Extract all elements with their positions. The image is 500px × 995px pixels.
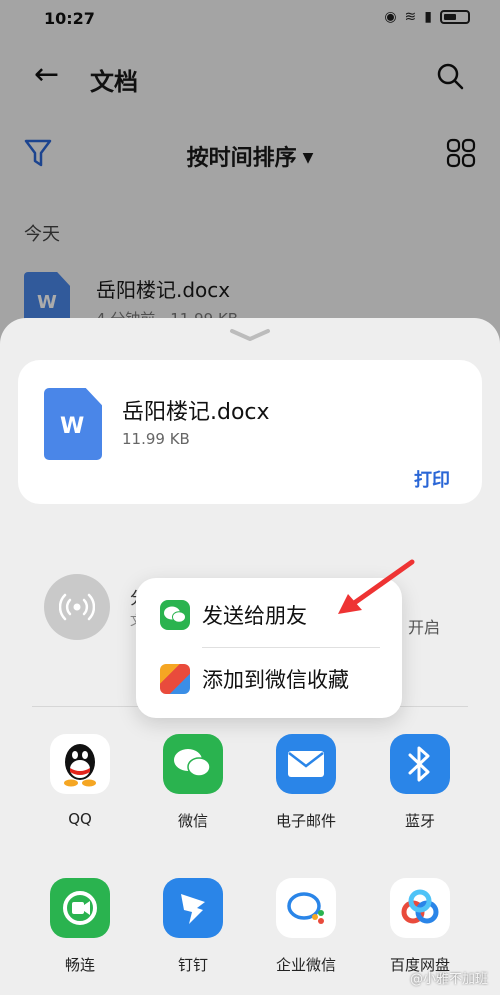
share-target-label: 电子邮件 [275, 812, 336, 830]
word-document-icon: W [44, 388, 102, 460]
add-to-favorites-label: 添加到微信收藏 [202, 668, 349, 692]
share-target-label: QQ [68, 810, 92, 828]
share-target-email[interactable]: 电子邮件 [256, 732, 356, 842]
watermark: @小雅不加班 [409, 972, 488, 987]
share-target-bluetooth[interactable]: 蓝牙 [370, 732, 470, 842]
share-target-changlian[interactable]: 畅连 [30, 876, 130, 986]
shared-file-name: 岳阳楼记.docx [122, 400, 270, 425]
email-icon [276, 734, 336, 794]
send-to-friend-label: 发送给朋友 [202, 604, 307, 628]
dingtalk-icon [163, 878, 223, 938]
wechat-icon [160, 600, 190, 630]
share-target-label: 畅连 [64, 956, 95, 974]
share-target-label: 微信 [177, 812, 208, 830]
share-target-wecom[interactable]: 企业微信 [256, 876, 356, 986]
red-annotation-arrow-icon [338, 559, 415, 614]
collapse-handle-icon[interactable] [228, 328, 272, 342]
wecom-icon [276, 878, 336, 938]
bluetooth-icon [390, 734, 450, 794]
share-target-qq[interactable]: QQ [30, 732, 130, 842]
share-target-label: 企业微信 [275, 956, 336, 974]
qq-icon [50, 734, 110, 794]
shared-file-size: 11.99 KB [122, 430, 190, 448]
share-target-label: 蓝牙 [404, 812, 435, 830]
print-button[interactable]: 打印 [414, 466, 450, 492]
changlian-icon [50, 878, 110, 938]
share-target-wechat[interactable]: 微信 [143, 732, 243, 842]
shared-file-card: W 岳阳楼记.docx 11.99 KB 打印 [18, 360, 482, 504]
nearby-share-icon [44, 574, 110, 640]
share-target-label: 钉钉 [177, 956, 208, 974]
cube-icon [160, 664, 190, 694]
wechat-icon [163, 734, 223, 794]
baidu-netdisk-icon [390, 878, 450, 938]
add-to-favorites-option[interactable]: 添加到微信收藏 [136, 648, 402, 710]
share-target-dingtalk[interactable]: 钉钉 [143, 876, 243, 986]
